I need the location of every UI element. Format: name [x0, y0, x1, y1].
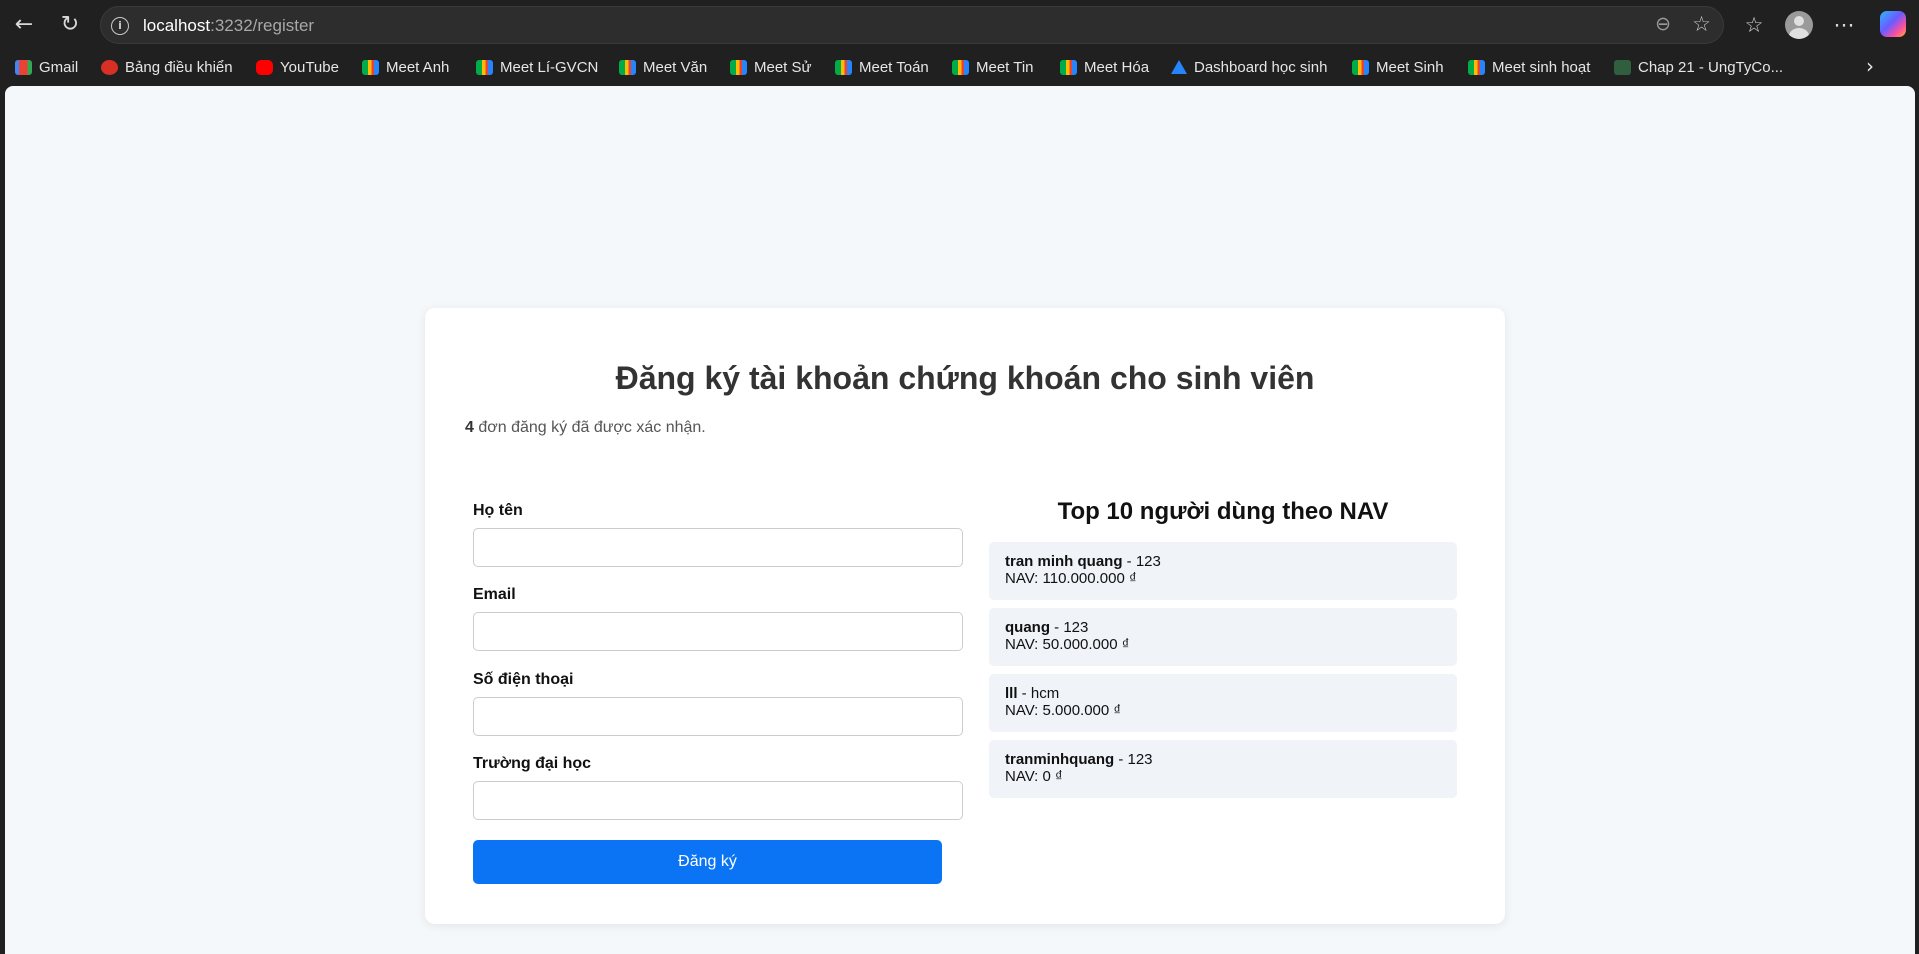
list-item: lll - hcm NAV: 5.000.000 ₫ — [989, 674, 1457, 732]
meet-icon — [1352, 59, 1369, 75]
email-label: Email — [473, 586, 516, 603]
school-input[interactable] — [473, 781, 963, 820]
bookmark-meet-sinh[interactable]: Meet Sinh — [1352, 56, 1444, 78]
page-title: Đăng ký tài khoản chứng khoán cho sinh v… — [615, 360, 1315, 396]
user-school: - hcm — [1017, 685, 1060, 702]
bookmark-meet-sinh-hoat[interactable]: Meet sinh hoạt — [1468, 56, 1590, 78]
bookmark-label: Gmail — [39, 58, 79, 76]
bookmark-label: Bảng điều khiển — [125, 58, 233, 76]
bookmark-meet-li[interactable]: Meet Lí-GVCN — [476, 56, 598, 78]
bookmark-label: Meet Hóa — [1084, 58, 1150, 76]
bookmark-label: Meet Toán — [859, 58, 929, 76]
bookmark-meet-anh[interactable]: Meet Anh — [362, 56, 449, 78]
confirm-count: 4 — [465, 419, 474, 436]
reload-icon[interactable]: ↻ — [54, 9, 86, 41]
user-nav: NAV: 50.000.000 ₫ — [1005, 636, 1130, 653]
user-school: - 123 — [1114, 751, 1153, 768]
user-name: tranminhquang — [1005, 751, 1115, 768]
list-item: quang - 123 NAV: 50.000.000 ₫ — [989, 608, 1457, 666]
zoom-icon[interactable]: ⊖ — [1655, 13, 1671, 35]
school-label: Trường đại học — [473, 755, 592, 772]
user-nav: NAV: 5.000.000 ₫ — [1005, 702, 1122, 719]
bookmark-label: YouTube — [280, 58, 339, 76]
bookmark-label: Chap 21 - UngTyCo... — [1638, 58, 1784, 76]
bookmark-meet-su[interactable]: Meet Sử — [730, 56, 812, 78]
meet-icon — [476, 59, 493, 75]
document-icon — [1614, 59, 1631, 75]
url-path: :3232/register — [210, 16, 315, 35]
user-school: - 123 — [1050, 619, 1089, 636]
bookmark-dashboard-hoc-sinh[interactable]: Dashboard học sinh — [1171, 56, 1327, 78]
back-arrow-icon[interactable]: ← — [8, 9, 40, 41]
bookmark-label: Meet Anh — [386, 58, 450, 76]
meet-icon — [362, 59, 379, 75]
star-icon[interactable]: ☆ — [1692, 12, 1711, 36]
favorites-icon[interactable]: ☆ — [1738, 9, 1770, 41]
url-host: localhost — [143, 16, 211, 35]
confirm-text: đơn đăng ký đã được xác nhận. — [473, 419, 706, 436]
address-bar[interactable]: i localhost:3232/register ⊖ ☆ — [100, 6, 1724, 44]
drive-icon — [1171, 60, 1187, 74]
register-card: Đăng ký tài khoản chứng khoán cho sinh v… — [425, 308, 1505, 924]
user-name: tran minh quang — [1005, 553, 1123, 570]
more-icon[interactable]: ⋯ — [1828, 9, 1860, 41]
bookmark-youtube[interactable]: YouTube — [256, 56, 339, 78]
user-name: lll — [1005, 685, 1018, 702]
bookmark-dashboard[interactable]: Bảng điều khiển — [101, 56, 233, 78]
bookmark-chap-21[interactable]: Chap 21 - UngTyCo... — [1614, 56, 1783, 78]
user-school: - 123 — [1122, 553, 1161, 570]
phone-input[interactable] — [473, 697, 963, 736]
page-viewport: Đăng ký tài khoản chứng khoán cho sinh v… — [5, 86, 1915, 954]
meet-icon — [730, 59, 747, 75]
bookmarks-bar: Gmail Bảng điều khiển YouTube Meet Anh M… — [0, 50, 1919, 84]
bookmark-label: Meet sinh hoạt — [1492, 58, 1591, 76]
name-label: Họ tên — [473, 502, 523, 519]
confirm-status: 4 đơn đăng ký đã được xác nhận. — [465, 419, 706, 437]
bookmark-label: Meet Sử — [754, 58, 812, 76]
copilot-icon[interactable] — [1880, 11, 1906, 37]
gmail-icon — [15, 59, 32, 75]
bookmark-label: Meet Tin — [976, 58, 1034, 76]
list-item: tran minh quang - 123 NAV: 110.000.000 ₫ — [989, 542, 1457, 600]
profile-icon[interactable] — [1785, 11, 1813, 39]
browser-toolbar: ← ↻ i localhost:3232/register ⊖ ☆ ☆ ⋯ — [0, 0, 1919, 50]
bookmark-meet-van[interactable]: Meet Văn — [619, 56, 707, 78]
submit-button[interactable]: Đăng ký — [473, 840, 942, 884]
user-nav: NAV: 0 ₫ — [1005, 768, 1063, 785]
bookmark-label: Dashboard học sinh — [1194, 58, 1328, 76]
meet-icon — [1060, 59, 1077, 75]
list-item: tranminhquang - 123 NAV: 0 ₫ — [989, 740, 1457, 798]
bookmark-meet-hoa[interactable]: Meet Hóa — [1060, 56, 1149, 78]
bookmark-meet-toan[interactable]: Meet Toán — [835, 56, 929, 78]
bookmark-gmail[interactable]: Gmail — [15, 56, 78, 78]
meet-icon — [619, 59, 636, 75]
dashboard-icon — [101, 59, 118, 75]
bookmark-label: Meet Văn — [643, 58, 708, 76]
user-nav: NAV: 110.000.000 ₫ — [1005, 570, 1137, 587]
meet-icon — [952, 59, 969, 75]
meet-icon — [835, 59, 852, 75]
user-name: quang — [1005, 619, 1050, 636]
site-info-icon[interactable]: i — [111, 17, 129, 35]
bookmark-label: Meet Lí-GVCN — [500, 58, 599, 76]
email-input[interactable] — [473, 612, 963, 651]
meet-icon — [1468, 59, 1485, 75]
phone-label: Số điện thoại — [473, 671, 574, 688]
youtube-icon — [256, 59, 273, 75]
url-text[interactable]: localhost:3232/register — [143, 16, 314, 36]
top-users-title: Top 10 người dùng theo NAV — [1057, 498, 1389, 525]
name-input[interactable] — [473, 528, 963, 567]
chevron-right-icon[interactable]: › — [1866, 54, 1874, 78]
bookmark-label: Meet Sinh — [1376, 58, 1444, 76]
bookmark-meet-tin[interactable]: Meet Tin — [952, 56, 1034, 78]
